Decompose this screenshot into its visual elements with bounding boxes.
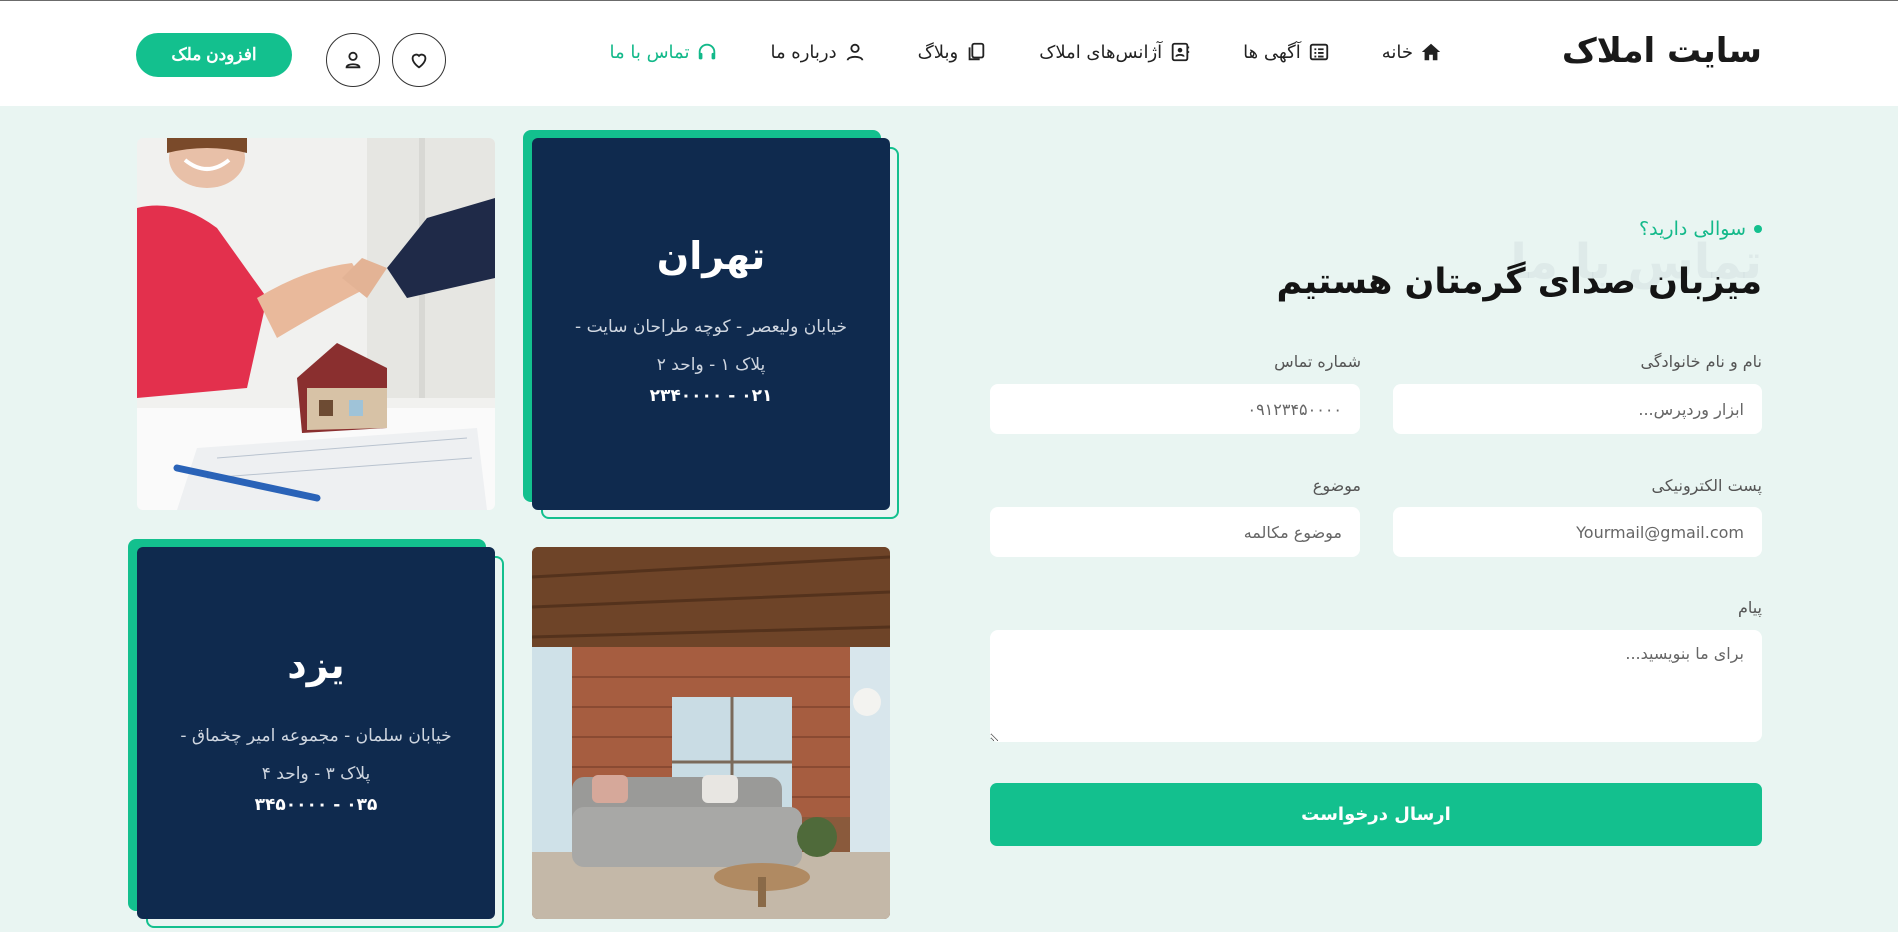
heart-icon (411, 53, 427, 69)
phone-input[interactable] (990, 384, 1360, 434)
nav-label: آژانس‌های املاک (1039, 41, 1163, 63)
office-phone: ۰۲۱ - ۲۳۴۰۰۰۰ (649, 386, 773, 406)
nav-label: درباره ما (770, 41, 837, 63)
eyebrow-dot (1754, 225, 1762, 233)
name-label: نام و نام خانوادگی (1640, 352, 1762, 371)
submit-button[interactable]: ارسال درخواست (990, 783, 1762, 846)
contact-card-icon (1171, 42, 1190, 62)
message-textarea[interactable] (990, 630, 1762, 742)
email-label: پست الکترونیکی (1651, 476, 1762, 495)
living-room-photo (532, 547, 890, 919)
office-phone: ۰۳۵ - ۳۴۵۰۰۰۰ (254, 795, 378, 815)
nav-label: تماس با ما (609, 41, 690, 63)
office-card-yazd: یزد خیابان سلمان - مجموعه امیر چخماق - پ… (137, 547, 495, 919)
handshake-photo (137, 138, 495, 510)
nav-label: وبلاگ (917, 41, 959, 63)
subject-input[interactable] (990, 507, 1360, 557)
nav-item-home[interactable]: خانه (1382, 41, 1442, 63)
nav-item-about[interactable]: درباره ما (770, 41, 865, 63)
nav-item-blog[interactable]: وبلاگ (918, 41, 988, 63)
account-button[interactable] (326, 33, 380, 87)
add-property-button[interactable]: افزودن ملک (136, 33, 292, 77)
office-city: تهران (656, 234, 766, 278)
email-input[interactable] (1393, 507, 1762, 557)
user-icon (345, 51, 361, 69)
site-header: سایت املاک خانه آگهی ها آژانس‌های املاک … (0, 1, 1898, 106)
main-nav: خانه آگهی ها آژانس‌های املاک وبلاگ دربار… (610, 41, 1442, 63)
office-address-line2: پلاک ۱ - واحد ۲ (656, 355, 766, 375)
home-icon (1421, 43, 1441, 61)
nav-item-listings[interactable]: آگهی ها (1243, 41, 1330, 63)
nav-label: خانه (1381, 41, 1413, 63)
office-address-line1: خیابان ولیعصر - کوچه طراحان سایت - (575, 317, 847, 337)
list-icon (1309, 43, 1328, 61)
office-address-line2: پلاک ۳ - واحد ۴ (261, 764, 371, 784)
nav-item-contact[interactable]: تماس با ما (610, 41, 719, 63)
office-card-tehran: تهران خیابان ولیعصر - کوچه طراحان سایت -… (532, 138, 890, 510)
copy-icon (968, 42, 985, 61)
nav-label: آگهی ها (1243, 41, 1301, 63)
office-address-line1: خیابان سلمان - مجموعه امیر چخماق - (180, 726, 452, 746)
office-city: یزد (287, 643, 345, 687)
headset-icon (699, 43, 716, 60)
site-logo[interactable]: سایت املاک (1562, 31, 1762, 71)
subject-label: موضوع (1312, 476, 1361, 495)
name-input[interactable] (1393, 384, 1762, 434)
contact-title: میزبان صدای گرمتان هستیم (1276, 262, 1762, 302)
nav-item-agencies[interactable]: آژانس‌های املاک (1039, 41, 1191, 63)
phone-label: شماره تماس (1274, 352, 1361, 371)
message-label: پیام (1737, 598, 1762, 617)
favorites-button[interactable] (392, 33, 446, 87)
user-icon (846, 43, 863, 61)
